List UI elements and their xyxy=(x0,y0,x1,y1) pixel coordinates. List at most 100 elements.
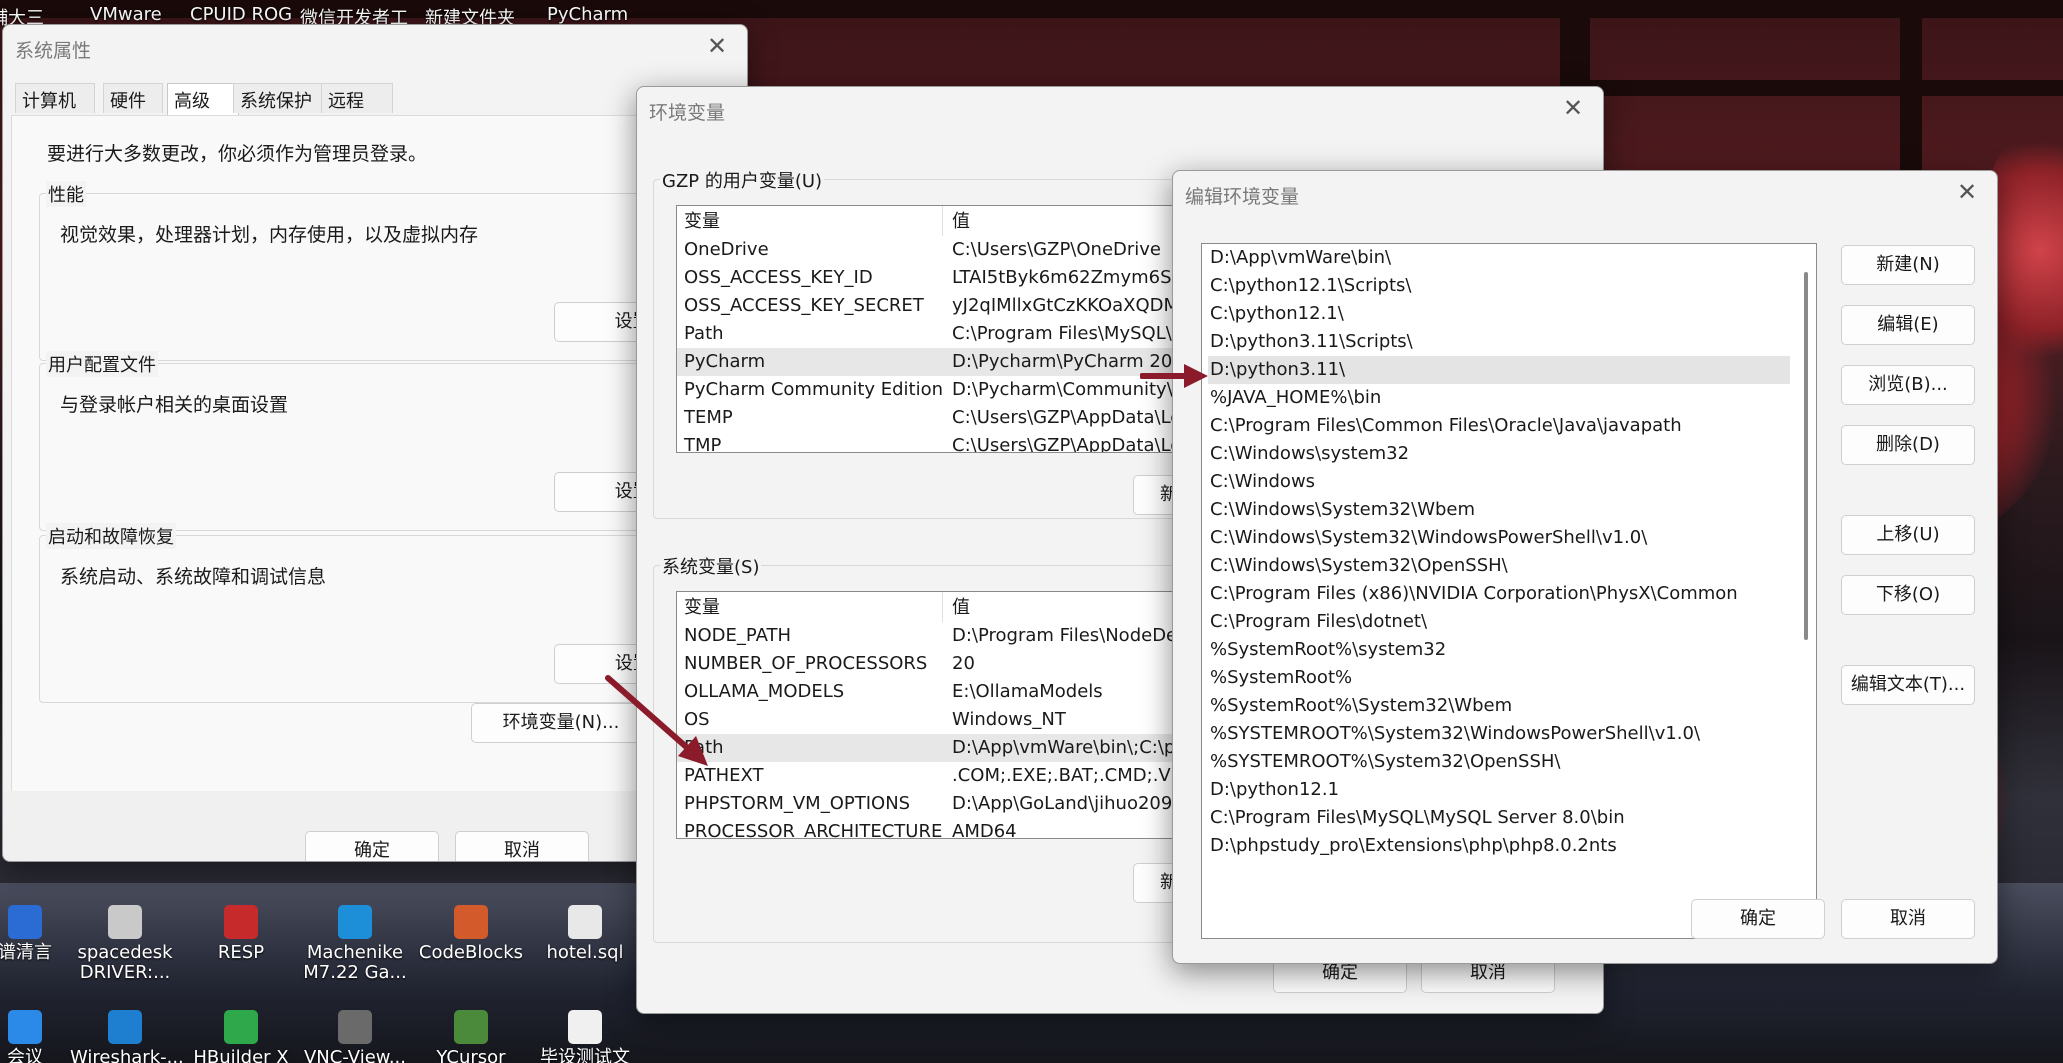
ok-button[interactable]: 确定 xyxy=(305,831,439,861)
vertical-scrollbar[interactable] xyxy=(1796,244,1816,938)
table-row[interactable]: PHPSTORM_VM_OPTIONS D:\App\GoLand\jihuo20… xyxy=(677,790,1235,818)
list-item[interactable]: %SystemRoot%\System32\Wbem xyxy=(1208,692,1790,720)
app-icon xyxy=(8,1010,42,1044)
desktop-icon[interactable]: hotel.sql xyxy=(530,905,640,963)
table-row[interactable]: PROCESSOR_ARCHITECTURE AMD64 xyxy=(677,818,1235,839)
group-description: 与登录帐户相关的桌面设置 xyxy=(60,394,289,416)
table-row[interactable]: TEMP C:\Users\GZP\AppData\Lo xyxy=(677,404,1235,432)
browse-button[interactable]: 浏览(B)... xyxy=(1841,365,1975,405)
desktop-icon[interactable]: HBuilder X xyxy=(186,1010,296,1063)
desktop-icon[interactable]: 会议 xyxy=(0,1010,80,1063)
edit-button[interactable]: 编辑(E) xyxy=(1841,305,1975,345)
close-icon[interactable]: ✕ xyxy=(1553,91,1593,125)
list-item[interactable]: %SYSTEMROOT%\System32\OpenSSH\ xyxy=(1208,748,1790,776)
list-item[interactable]: C:\python12.1\ xyxy=(1208,300,1790,328)
column-header-value[interactable]: 值 xyxy=(952,208,970,236)
app-icon xyxy=(108,1010,142,1044)
list-item[interactable]: %JAVA_HOME%\bin xyxy=(1208,384,1790,412)
list-item[interactable]: C:\Program Files\Common Files\Oracle\Jav… xyxy=(1208,412,1790,440)
table-row[interactable]: NUMBER_OF_PROCESSORS 20 xyxy=(677,650,1235,678)
cell-variable: PATHEXT xyxy=(684,765,764,786)
table-row[interactable]: PyCharm Community Edition D:\Pycharm\Comm… xyxy=(677,376,1235,404)
edit-text-button[interactable]: 编辑文本(T)... xyxy=(1841,665,1975,705)
table-row[interactable]: OS Windows_NT xyxy=(677,706,1235,734)
table-row[interactable]: OSS_ACCESS_KEY_SECRET yJ2qIMllxGtCzKKOaXQ… xyxy=(677,292,1235,320)
desktop-icon-label: RESP xyxy=(217,942,265,963)
list-item[interactable]: C:\Windows\System32\Wbem xyxy=(1208,496,1790,524)
tab-system-protection[interactable]: 系统保护 xyxy=(233,83,323,113)
column-header-variable[interactable]: 变量 xyxy=(684,208,720,236)
app-icon xyxy=(338,1010,372,1044)
move-down-button[interactable]: 下移(O) xyxy=(1841,575,1975,615)
list-item[interactable]: D:\python3.11\Scripts\ xyxy=(1208,328,1790,356)
list-item[interactable]: D:\python12.1 xyxy=(1208,776,1790,804)
cell-variable: PROCESSOR_ARCHITECTURE xyxy=(684,821,943,839)
tab-advanced[interactable]: 高级 xyxy=(167,83,239,115)
cell-value: 20 xyxy=(952,653,975,674)
table-row-selected[interactable]: PyCharm D:\Pycharm\PyCharm 202 xyxy=(677,348,1235,376)
desktop-icon[interactable]: spacedesk DRIVER:... xyxy=(70,905,180,983)
table-row[interactable]: PATHEXT .COM;.EXE;.BAT;.CMD;.VBS xyxy=(677,762,1235,790)
admin-notice: 要进行大多数更改，你必须作为管理员登录。 xyxy=(47,143,428,165)
list-item[interactable]: D:\phpstudy_pro\Extensions\php\php8.0.2n… xyxy=(1208,832,1790,860)
path-list[interactable]: D:\App\vmWare\bin\ C:\python12.1\Scripts… xyxy=(1201,243,1817,939)
delete-button[interactable]: 删除(D) xyxy=(1841,425,1975,465)
cell-variable: NODE_PATH xyxy=(684,625,792,646)
list-item[interactable]: C:\Windows\System32\OpenSSH\ xyxy=(1208,552,1790,580)
table-row[interactable]: TMP C:\Users\GZP\AppData\Lo xyxy=(677,432,1235,452)
edit-environment-variable-window: 编辑环境变量 ✕ D:\App\vmWare\bin\ C:\python12.… xyxy=(1172,170,1998,964)
table-row[interactable]: OneDrive C:\Users\GZP\OneDrive xyxy=(677,236,1235,264)
app-icon xyxy=(8,905,42,939)
column-header-variable[interactable]: 变量 xyxy=(684,594,720,622)
tab-computer-name[interactable]: 计算机名 xyxy=(15,83,95,138)
tab-hardware[interactable]: 硬件 xyxy=(103,83,163,113)
cancel-button[interactable]: 取消 xyxy=(455,831,589,861)
table-row[interactable]: NODE_PATH D:\Program Files\NodeDe xyxy=(677,622,1235,650)
list-item[interactable]: %SystemRoot% xyxy=(1208,664,1790,692)
list-item[interactable]: C:\python12.1\Scripts\ xyxy=(1208,272,1790,300)
close-icon[interactable]: ✕ xyxy=(1947,175,1987,209)
desktop-icon[interactable]: CodeBlocks xyxy=(416,905,526,963)
table-row[interactable]: OLLAMA_MODELS E:\OllamaModels xyxy=(677,678,1235,706)
new-button[interactable]: 新建(N) xyxy=(1841,245,1975,285)
ok-button[interactable]: 确定 xyxy=(1691,899,1825,939)
desktop-icon[interactable]: 毕设测试文 xyxy=(530,1010,640,1063)
list-item-selected[interactable]: D:\python3.11\ xyxy=(1208,356,1790,384)
desktop-icon-label[interactable]: PyCharm xyxy=(547,4,628,25)
titlebar: 环境变量 ✕ xyxy=(637,87,1603,131)
scrollbar-thumb[interactable] xyxy=(1804,272,1808,640)
table-row[interactable]: Path C:\Program Files\MySQL\M xyxy=(677,320,1235,348)
list-item[interactable]: C:\Program Files\MySQL\MySQL Server 8.0\… xyxy=(1208,804,1790,832)
table-row[interactable]: OSS_ACCESS_KEY_ID LTAI5tByk6m62Zmym6SL xyxy=(677,264,1235,292)
list-item[interactable]: C:\Windows\system32 xyxy=(1208,440,1790,468)
list-item[interactable]: D:\App\vmWare\bin\ xyxy=(1208,244,1790,272)
list-item[interactable]: %SYSTEMROOT%\System32\WindowsPowerShell\… xyxy=(1208,720,1790,748)
user-variables-list[interactable]: 变量 值 OneDrive C:\Users\GZP\OneDrive OSS_A… xyxy=(676,205,1236,453)
close-icon[interactable]: ✕ xyxy=(697,29,737,63)
environment-variables-button[interactable]: 环境变量(N)... xyxy=(471,703,651,743)
table-row-selected[interactable]: Path D:\App\vmWare\bin\;C:\py xyxy=(677,734,1235,762)
cell-variable: PHPSTORM_VM_OPTIONS xyxy=(684,793,911,814)
list-item[interactable]: C:\Program Files (x86)\NVIDIA Corporatio… xyxy=(1208,580,1790,608)
desktop-icon[interactable]: VNC-View... xyxy=(300,1010,410,1063)
system-variables-list[interactable]: 变量 值 NODE_PATH D:\Program Files\NodeDe NU… xyxy=(676,591,1236,839)
desktop-icon[interactable]: Wireshark-... xyxy=(70,1010,184,1063)
desktop-icon-label: 谱清言 xyxy=(0,942,52,963)
group-title: 启动和故障恢复 xyxy=(46,523,176,549)
list-item[interactable]: C:\Program Files\dotnet\ xyxy=(1208,608,1790,636)
move-up-button[interactable]: 上移(U) xyxy=(1841,515,1975,555)
column-header-value[interactable]: 值 xyxy=(952,594,970,622)
list-item[interactable]: C:\Windows xyxy=(1208,468,1790,496)
desktop-icon[interactable]: YCursor xyxy=(416,1010,526,1063)
tab-remote[interactable]: 远程 xyxy=(321,83,393,113)
desktop-icon[interactable]: RESP xyxy=(186,905,296,963)
desktop-icon[interactable]: Machenike M7.22 Ga... xyxy=(300,905,410,983)
desktop-icon-label[interactable]: CPUID ROG xyxy=(190,4,292,25)
desktop-icon[interactable]: 谱清言 xyxy=(0,905,80,963)
desktop-icon-label[interactable]: VMware xyxy=(90,4,162,25)
list-item[interactable]: C:\Windows\System32\WindowsPowerShell\v1… xyxy=(1208,524,1790,552)
group-title: 用户配置文件 xyxy=(46,351,158,377)
desktop-icon-label: YCursor xyxy=(436,1047,506,1063)
list-item[interactable]: %SystemRoot%\system32 xyxy=(1208,636,1790,664)
cancel-button[interactable]: 取消 xyxy=(1841,899,1975,939)
